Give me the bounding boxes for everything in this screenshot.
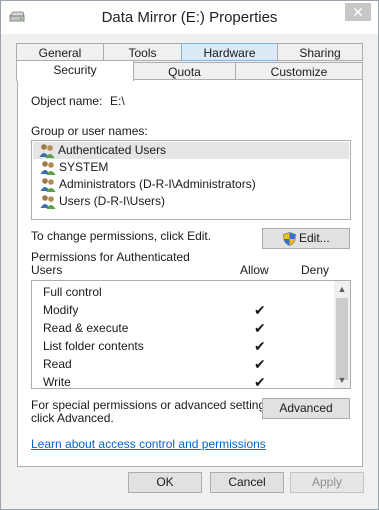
permissions-scrollbar[interactable]: ▲ ▼: [334, 281, 350, 388]
tab-quota[interactable]: Quota: [133, 62, 236, 80]
permission-name: List folder contents: [43, 339, 144, 353]
special-permissions-hint: For special permissions or advanced sett…: [31, 398, 275, 412]
group-name: SYSTEM: [59, 160, 109, 174]
permissions-for-label-line2: Users: [31, 263, 63, 277]
permission-name: Modify: [43, 303, 79, 317]
scroll-down-arrow-icon[interactable]: ▼: [334, 372, 350, 388]
security-panel: Object name: E:\ Group or user names: Au…: [17, 79, 363, 467]
advanced-button[interactable]: Advanced: [262, 398, 350, 419]
object-name-label: Object name:: [31, 94, 103, 108]
allow-column-header: Allow: [240, 263, 269, 277]
change-permissions-hint: To change permissions, click Edit.: [31, 229, 212, 243]
close-icon: ✕: [352, 4, 364, 20]
tab-sharing[interactable]: Sharing: [277, 43, 363, 61]
permissions-for-label: Permissions for Authenticated: [31, 250, 190, 264]
permission-row-full-control: Full control: [43, 283, 102, 301]
permission-row-read: Read ✔: [43, 355, 266, 373]
group-name: Users (D-R-I\Users): [59, 194, 165, 208]
object-name-value: E:\: [110, 94, 125, 108]
special-permissions-hint-line2: click Advanced.: [31, 411, 114, 425]
edit-button-label: Edit...: [299, 231, 330, 245]
tab-security[interactable]: Security: [16, 60, 134, 81]
uac-shield-icon: [283, 232, 296, 246]
ok-button[interactable]: OK: [128, 472, 202, 493]
permission-name: Read: [43, 357, 72, 371]
apply-button[interactable]: Apply: [290, 472, 364, 493]
edit-button[interactable]: Edit...: [262, 228, 350, 249]
permission-row-write: Write ✔: [43, 373, 266, 391]
allow-check-icon: ✔: [254, 356, 266, 372]
tab-hardware[interactable]: Hardware: [181, 43, 278, 61]
allow-check-icon: ✔: [254, 374, 266, 390]
permissions-list[interactable]: Full control Modify ✔ Read & execute ✔ L…: [31, 280, 351, 391]
learn-access-control-link[interactable]: Learn about access control and permissio…: [31, 437, 266, 451]
groups-listbox[interactable]: Authenticated Users SYSTEM Administrator…: [31, 140, 351, 220]
groups-label: Group or user names:: [31, 124, 148, 138]
permission-row-modify: Modify ✔: [43, 301, 266, 319]
scroll-up-arrow-icon[interactable]: ▲: [334, 281, 350, 297]
properties-window: Data Mirror (E:) Properties ✕ General To…: [0, 0, 379, 510]
allow-check-icon: ✔: [254, 302, 266, 318]
group-name: Administrators (D-R-I\Administrators): [59, 177, 256, 191]
permission-row-read-execute: Read & execute ✔: [43, 319, 266, 337]
users-icon: [39, 144, 55, 158]
allow-check-icon: ✔: [254, 320, 266, 336]
cancel-button[interactable]: Cancel: [210, 472, 284, 493]
deny-column-header: Deny: [301, 263, 330, 277]
window-title: Data Mirror (E:) Properties: [101, 9, 278, 26]
users-icon: [40, 178, 56, 192]
group-name: Authenticated Users: [58, 143, 167, 157]
permission-name: Write: [43, 375, 71, 389]
permission-name: Full control: [43, 285, 102, 299]
permission-name: Read & execute: [43, 321, 129, 335]
permission-row-list-folder-contents: List folder contents ✔: [43, 337, 266, 355]
users-icon: [40, 161, 56, 175]
title-bar[interactable]: Data Mirror (E:) Properties ✕: [1, 1, 378, 34]
group-row-authenticated-users[interactable]: Authenticated Users: [33, 142, 349, 159]
scrollbar-thumb[interactable]: [336, 298, 348, 380]
tab-customize[interactable]: Customize: [235, 62, 363, 80]
tab-general[interactable]: General: [16, 43, 104, 61]
close-button[interactable]: ✕: [345, 3, 371, 21]
tab-tools[interactable]: Tools: [103, 43, 182, 61]
allow-check-icon: ✔: [254, 338, 266, 354]
users-icon: [40, 195, 56, 209]
